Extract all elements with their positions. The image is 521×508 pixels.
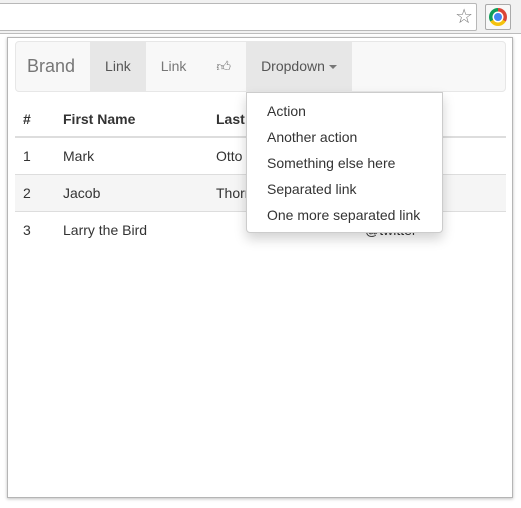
extension-button[interactable]: [485, 4, 511, 30]
address-bar[interactable]: ☆: [0, 3, 477, 31]
cell: Larry the Bird: [55, 210, 208, 248]
navbar: Brand Link Link 👍︎ Dropdown: [15, 41, 506, 92]
navbar-brand[interactable]: Brand: [16, 42, 90, 91]
nav-link-1[interactable]: Link: [90, 42, 146, 91]
extension-popup: Brand Link Link 👍︎ Dropdown # First Name…: [7, 37, 513, 498]
menu-item-separated-link[interactable]: Separated link: [247, 176, 442, 202]
header-number: #: [15, 93, 55, 138]
nav-thumbs-up[interactable]: 👍︎: [201, 42, 246, 91]
nav-dropdown-toggle[interactable]: Dropdown: [246, 42, 352, 91]
star-icon[interactable]: ☆: [455, 6, 473, 28]
header-first-name: First Name: [55, 93, 208, 138]
cell: 1: [15, 136, 55, 174]
cell: 2: [15, 173, 55, 211]
chrome-icon: [489, 8, 507, 26]
thumbs-up-icon: 👍︎: [216, 58, 232, 74]
cell: 3: [15, 210, 55, 248]
cell: Jacob: [55, 173, 208, 211]
cell: Mark: [55, 136, 208, 174]
menu-item-something-else[interactable]: Something else here: [247, 150, 442, 176]
menu-item-another-action[interactable]: Another action: [247, 124, 442, 150]
dropdown-label: Dropdown: [261, 58, 325, 74]
dropdown-menu: Action Another action Something else her…: [246, 92, 443, 233]
nav-link-2[interactable]: Link: [146, 42, 202, 91]
menu-item-action[interactable]: Action: [247, 98, 442, 124]
menu-item-one-more-separated-link[interactable]: One more separated link: [247, 202, 442, 228]
caret-down-icon: [328, 65, 337, 70]
browser-toolbar: ☆: [0, 0, 521, 34]
